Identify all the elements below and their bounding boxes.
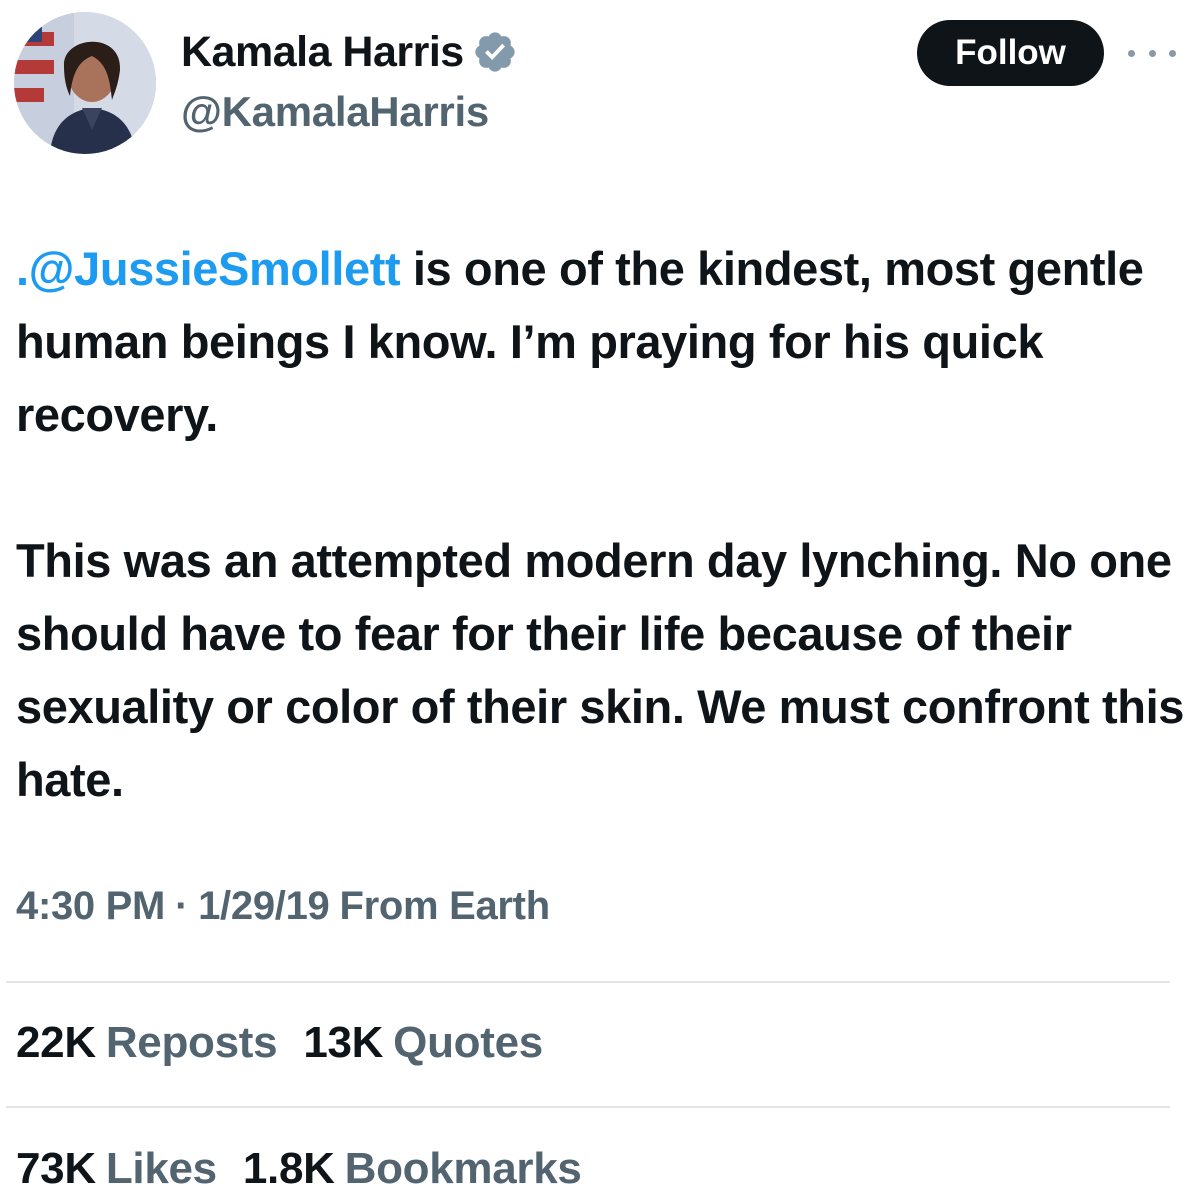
divider [6,1106,1170,1108]
more-dot [1169,49,1176,57]
stats-row-engagement: 73K Likes 1.8K Bookmarks [16,1144,582,1194]
bookmarks-count: 1.8K [242,1144,335,1193]
verified-badge-icon[interactable] [472,29,518,75]
more-dot [1148,49,1156,57]
meta-separator: · [175,884,189,928]
author-display-name[interactable]: Kamala Harris [181,28,464,77]
tweet-meta: 4:30 PM · 1/29/19 From Earth [16,884,550,929]
quotes-stat[interactable]: 13K Quotes [303,1018,543,1068]
more-dot [1128,49,1135,57]
tweet-time[interactable]: 4:30 PM [16,884,165,929]
author-avatar[interactable] [14,12,156,154]
author-name-row: Kamala Harris [181,24,518,80]
likes-label: Likes [105,1144,217,1193]
tweet-body: is one of the kindest, most gentle human… [16,242,1184,806]
author-handle[interactable]: @KamalaHarris [181,88,489,136]
tweet-text: .@JussieSmollett is one of the kindest, … [16,232,1184,816]
likes-stat[interactable]: 73K Likes [16,1144,217,1194]
quotes-label: Quotes [393,1018,543,1067]
bookmarks-stat[interactable]: 1.8K Bookmarks [243,1144,582,1194]
stats-row-shares: 22K Reposts 13K Quotes [16,1018,543,1068]
more-options-icon[interactable] [1128,38,1176,68]
quotes-count: 13K [303,1018,384,1067]
likes-count: 73K [16,1144,96,1193]
reposts-count: 22K [16,1018,96,1067]
tweet-source: From Earth [339,884,550,928]
follow-button[interactable]: Follow [917,20,1104,86]
divider [6,981,1170,983]
bookmarks-label: Bookmarks [344,1144,582,1193]
mention-link[interactable]: .@JussieSmollett [16,242,401,295]
tweet-date[interactable]: 1/29/19 [198,884,330,929]
reposts-stat[interactable]: 22K Reposts [16,1018,278,1068]
avatar-image [14,12,156,154]
reposts-label: Reposts [105,1018,278,1067]
